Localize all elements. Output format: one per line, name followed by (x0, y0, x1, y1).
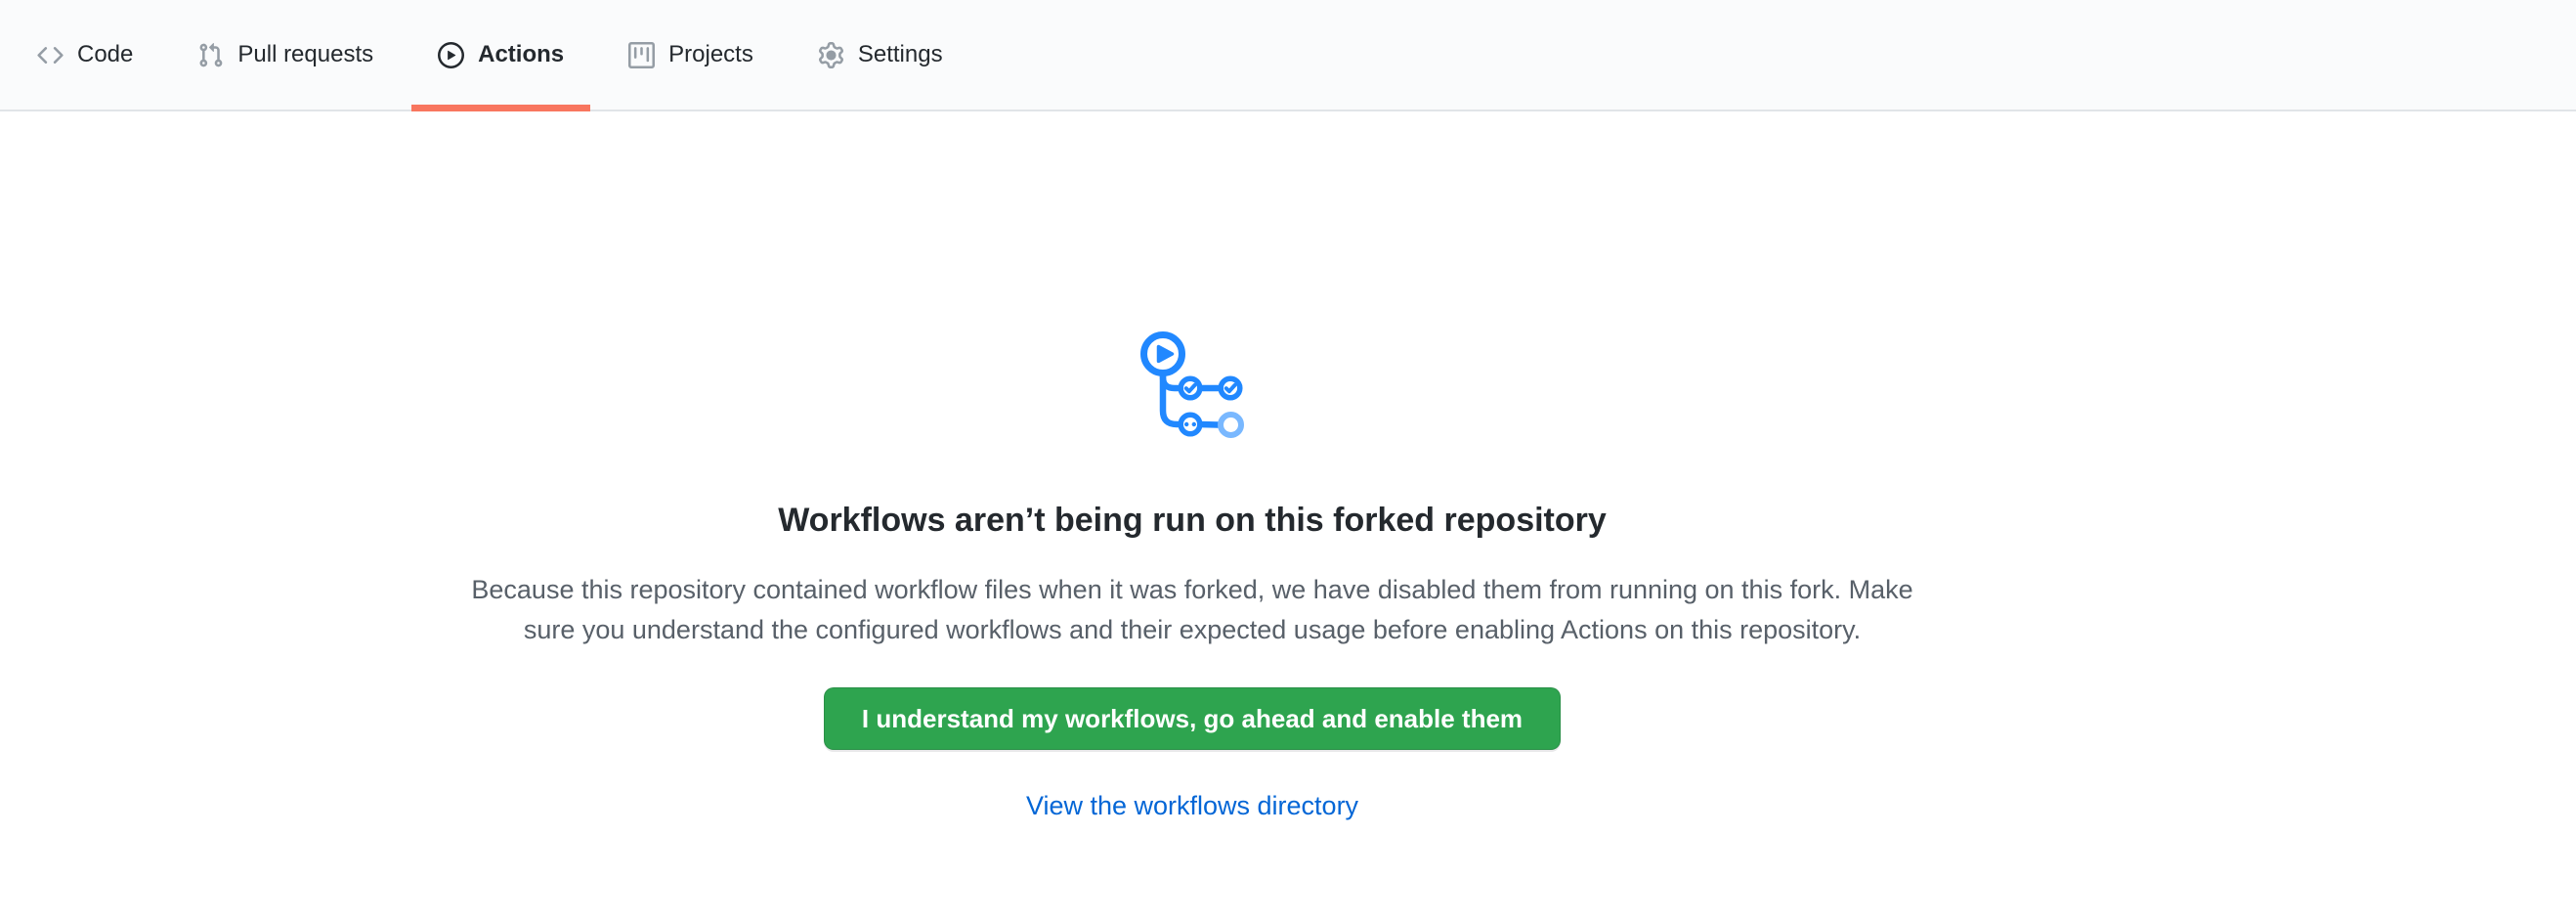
tab-actions[interactable]: Actions (411, 0, 590, 110)
tab-settings-label: Settings (858, 43, 943, 66)
play-icon (438, 42, 464, 68)
tab-code-label: Code (77, 43, 133, 66)
project-icon (628, 42, 655, 68)
workflow-illustration-icon (1139, 330, 1245, 440)
tab-projects-label: Projects (668, 43, 753, 66)
gear-icon (818, 42, 844, 68)
repo-tab-bar: Code Pull requests Actions Projects Sett… (0, 0, 2576, 111)
tab-code[interactable]: Code (11, 0, 159, 110)
description-line-2: sure you understand the configured workf… (0, 610, 2384, 650)
blankslate-heading: Workflows aren’t being run on this forke… (0, 498, 2384, 543)
view-workflows-directory-link[interactable]: View the workflows directory (1026, 791, 1358, 820)
workflows-link-row: View the workflows directory (0, 791, 2384, 821)
tab-actions-label: Actions (478, 43, 564, 66)
git-pull-request-icon (197, 42, 224, 68)
tab-projects[interactable]: Projects (602, 0, 780, 110)
blankslate-description: Because this repository contained workfl… (0, 570, 2384, 650)
tab-pull-requests-label: Pull requests (237, 43, 373, 66)
tab-pull-requests[interactable]: Pull requests (171, 0, 400, 110)
enable-workflows-button[interactable]: I understand my workflows, go ahead and … (824, 687, 1561, 750)
description-line-1: Because this repository contained workfl… (0, 570, 2384, 610)
actions-blankslate: Workflows aren’t being run on this forke… (0, 111, 2384, 821)
tab-settings[interactable]: Settings (792, 0, 969, 110)
code-icon (37, 42, 64, 68)
